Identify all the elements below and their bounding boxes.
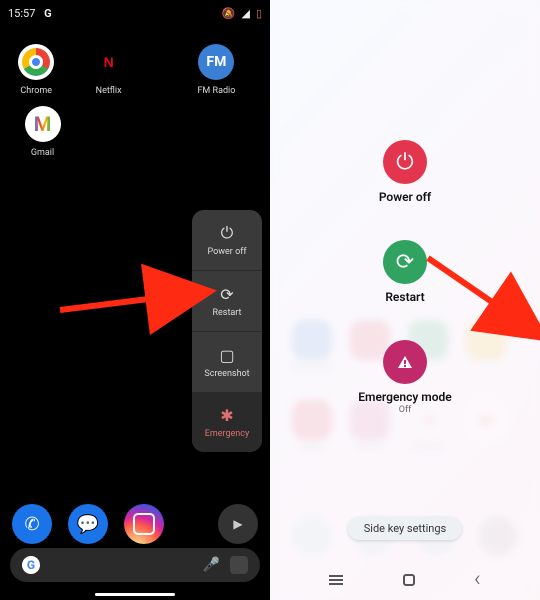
power-option-label: Power off (379, 190, 431, 204)
nav-recents[interactable] (329, 575, 343, 585)
app-label: Gmail (31, 148, 54, 158)
lens-icon[interactable] (230, 556, 248, 574)
power-option-label: Emergency mode (358, 390, 451, 404)
side-key-label: Side key settings (364, 522, 446, 535)
dock-instagram[interactable] (124, 504, 164, 544)
google-search-bar[interactable]: G 🎤 (10, 548, 260, 582)
power-menu-label: Emergency (205, 429, 250, 439)
gmail-icon (25, 106, 61, 142)
app-fmradio[interactable]: FM FM Radio (178, 44, 255, 96)
netflix-icon: N (91, 44, 127, 80)
power-option-poweroff[interactable]: ⏻ Power off (379, 140, 431, 204)
dnd-icon: 🔕 (222, 7, 236, 20)
status-left: 15:57 G (8, 7, 52, 20)
status-bar: 15:57 G 🔕 ◢ ▯ (0, 0, 270, 26)
emergency-icon (383, 340, 427, 384)
emergency-icon: ✱ (220, 406, 233, 425)
app-label: Netflix (96, 86, 122, 96)
battery-icon: ▯ (256, 7, 262, 20)
power-options: ⏻ Power off ⟳ Restart Emergency mode Off (270, 140, 540, 415)
app-label: Chrome (20, 86, 52, 96)
google-indicator: G (44, 7, 52, 20)
power-icon: ⏻ (221, 223, 234, 243)
power-menu-poweroff[interactable]: ⏻ Power off (192, 210, 262, 270)
nav-home[interactable] (403, 574, 415, 586)
comparison-stage: 15:57 G 🔕 ◢ ▯ Chrome N Netflix FM FM Rad… (0, 0, 540, 600)
dock-phone[interactable]: ✆ (12, 504, 52, 544)
mic-icon[interactable]: 🎤 (203, 557, 220, 573)
phone-left-stock-android: 15:57 G 🔕 ◢ ▯ Chrome N Netflix FM FM Rad… (0, 0, 270, 600)
app-netflix[interactable]: N Netflix (87, 44, 129, 96)
chrome-icon (18, 44, 54, 80)
clock: 15:57 (8, 7, 35, 20)
dock-messages[interactable]: 💬 (68, 504, 108, 544)
power-menu-restart[interactable]: ⟳ Restart (192, 271, 262, 331)
power-menu-emergency[interactable]: ✱ Emergency (192, 392, 262, 452)
phone-icon: ✆ (24, 514, 39, 535)
app-chrome[interactable]: Chrome (15, 44, 57, 96)
app-gmail[interactable]: Gmail (15, 106, 70, 158)
power-menu-screenshot[interactable]: ▢ Screenshot (192, 332, 262, 392)
side-key-settings-button[interactable]: Side key settings (348, 517, 462, 540)
signal-icon: ◢ (241, 7, 249, 20)
restart-icon: ⟳ (383, 240, 427, 284)
dock-youtube-music[interactable]: ▶ (218, 504, 258, 544)
power-option-sublabel: Off (399, 405, 411, 415)
nav-back[interactable]: ‹ (474, 567, 481, 592)
phone-right-samsung: My Business Gallery Camera 12Calendar M (270, 0, 540, 600)
power-option-restart[interactable]: ⟳ Restart (383, 240, 427, 304)
home-apps-row-1: Chrome N Netflix FM FM Radio (0, 26, 270, 96)
restart-icon: ⟳ (220, 285, 233, 304)
messages-icon: 💬 (77, 514, 99, 535)
power-option-label: Restart (385, 290, 424, 304)
power-menu-label: Restart (212, 308, 241, 318)
screenshot-icon: ▢ (219, 346, 234, 365)
status-icons: 🔕 ◢ ▯ (222, 7, 262, 20)
power-menu-label: Screenshot (204, 369, 249, 379)
fmradio-icon: FM (198, 44, 234, 80)
home-apps-row-2: Gmail (0, 96, 270, 158)
power-menu-panel: ⏻ Power off ⟳ Restart ▢ Screenshot ✱ Eme… (192, 210, 262, 452)
google-logo-icon: G (22, 556, 40, 574)
play-icon: ▶ (233, 517, 242, 531)
nav-bar: ‹ (270, 567, 540, 592)
app-label: FM Radio (197, 86, 235, 96)
power-option-emergency-mode[interactable]: Emergency mode Off (358, 340, 451, 415)
power-icon: ⏻ (383, 140, 427, 184)
power-menu-label: Power off (208, 247, 247, 257)
gesture-nav-indicator (95, 593, 175, 596)
dock: ✆ 💬 ▶ (0, 504, 270, 544)
